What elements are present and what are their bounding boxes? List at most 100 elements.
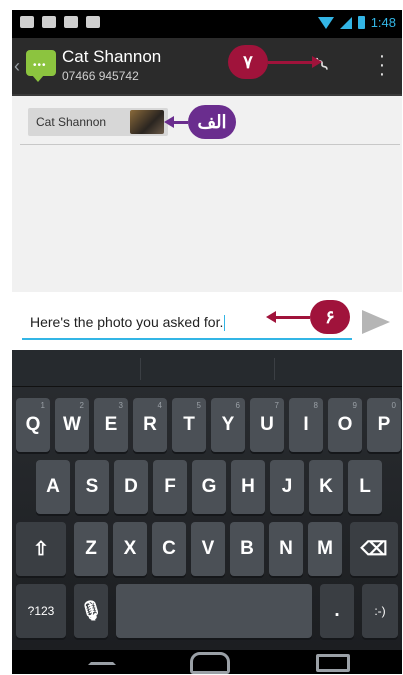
key-label: Z [85, 538, 97, 559]
nav-home-icon[interactable] [190, 652, 230, 674]
shift-icon[interactable]: ⇧ [16, 522, 66, 576]
input-underline [22, 338, 352, 340]
callout-attach: ٧ [228, 45, 322, 79]
key-j[interactable]: J [270, 460, 304, 514]
callout-compose: ۶ [266, 300, 350, 334]
callout-line [174, 120, 188, 124]
key-c[interactable]: C [152, 522, 186, 576]
shift-icon: ⇧ [33, 538, 49, 560]
key-label: F [164, 476, 176, 497]
callout-line [268, 60, 312, 64]
key-label: L [359, 476, 371, 497]
key-n[interactable]: N [269, 522, 303, 576]
key-t[interactable]: T5 [172, 398, 206, 452]
key-label: B [240, 538, 254, 559]
wifi-icon [317, 16, 334, 29]
key-label: H [241, 476, 255, 497]
key-hint: 6 [235, 401, 240, 410]
key-a[interactable]: A [36, 460, 70, 514]
key-k[interactable]: K [309, 460, 343, 514]
key-label: P [377, 414, 391, 435]
key-d[interactable]: D [114, 460, 148, 514]
key-v[interactable]: V [191, 522, 225, 576]
contact-name: Cat Shannon [62, 47, 162, 66]
callout-badge: ۶ [310, 300, 350, 334]
key-o[interactable]: O9 [328, 398, 362, 452]
message-text: Here's the photo you asked for. [30, 314, 224, 330]
key-label: N [279, 538, 293, 559]
key-hint: 4 [157, 401, 162, 410]
key-e[interactable]: E3 [94, 398, 128, 452]
key-h[interactable]: H [231, 460, 265, 514]
key-label: X [123, 538, 137, 559]
nav-back-icon[interactable] [88, 652, 116, 665]
key-label: :-) [374, 604, 386, 618]
space-bar[interactable] [116, 584, 312, 638]
suggestion-bar [12, 350, 402, 387]
download-notification-icon [64, 16, 78, 28]
key-f[interactable]: F [153, 460, 187, 514]
key-label: S [85, 476, 99, 497]
key-u[interactable]: U7 [250, 398, 284, 452]
key-p[interactable]: P0 [367, 398, 401, 452]
key-r[interactable]: R4 [133, 398, 167, 452]
key-label: T [183, 414, 195, 435]
symbols-key[interactable]: ?123 [16, 584, 66, 638]
backspace-icon[interactable]: ⌫ [350, 522, 398, 576]
smiley-key[interactable]: :-) [362, 584, 398, 638]
key-label: U [260, 414, 274, 435]
microphone-icon: 🎙 [78, 601, 104, 622]
key-i[interactable]: I8 [289, 398, 323, 452]
up-chevron-icon[interactable]: ‹ [14, 56, 20, 77]
period-key[interactable]: . [320, 584, 354, 638]
callout-arrow [164, 116, 174, 128]
key-q[interactable]: Q1 [16, 398, 50, 452]
key-label: R [143, 414, 157, 435]
key-hint: 5 [196, 401, 201, 410]
status-bar: 1:48 [12, 10, 402, 38]
key-label: O [337, 414, 353, 435]
mail-notification-icon [20, 16, 34, 28]
key-label: D [124, 476, 138, 497]
key-hint: 9 [352, 401, 357, 410]
key-label: I [303, 414, 309, 435]
key-label: M [317, 538, 333, 559]
key-s[interactable]: S [75, 460, 109, 514]
system-icons: 1:48 [317, 15, 396, 30]
contact-phone: 07466 945742 [62, 69, 139, 83]
more-vertical-icon[interactable]: · · · [374, 46, 390, 84]
key-label: . [334, 600, 340, 621]
key-label: J [281, 476, 293, 497]
key-y[interactable]: Y6 [211, 398, 245, 452]
key-hint: 7 [274, 401, 279, 410]
send-icon[interactable] [362, 310, 390, 334]
key-hint: 2 [79, 401, 84, 410]
key-label: G [201, 476, 217, 497]
key-g[interactable]: G [192, 460, 226, 514]
key-label: K [319, 476, 333, 497]
key-hint: 1 [40, 401, 45, 410]
key-hint: 8 [313, 401, 318, 410]
microphone-icon[interactable]: 🎙 [74, 584, 108, 638]
key-label: Q [25, 414, 41, 435]
key-b[interactable]: B [230, 522, 264, 576]
nav-recents-icon[interactable] [316, 654, 350, 672]
on-screen-keyboard: Q 1 W 2 E 3 R 4 T 5 Y 6 U 7 I 8 O 9 P 0 A S D F G H J K L ⇧ Z X C V B N M ⌫ ?1… [12, 350, 402, 650]
callout-arrow [312, 56, 322, 68]
key-hint: 3 [118, 401, 123, 410]
key-m[interactable]: M [308, 522, 342, 576]
avatar [130, 110, 164, 134]
message-input[interactable]: Here's the photo you asked for. [30, 314, 226, 332]
messaging-icon[interactable]: ••• [26, 50, 56, 82]
key-label: Y [221, 414, 235, 435]
key-z[interactable]: Z [74, 522, 108, 576]
callout-badge: الف [188, 105, 236, 139]
key-hint: 0 [391, 401, 396, 410]
key-l[interactable]: L [348, 460, 382, 514]
key-x[interactable]: X [113, 522, 147, 576]
key-w[interactable]: W2 [55, 398, 89, 452]
recipient-chip[interactable]: Cat Shannon [28, 108, 168, 136]
navigation-bar [12, 650, 402, 674]
key-label: W [63, 414, 81, 435]
key-label: V [201, 538, 215, 559]
